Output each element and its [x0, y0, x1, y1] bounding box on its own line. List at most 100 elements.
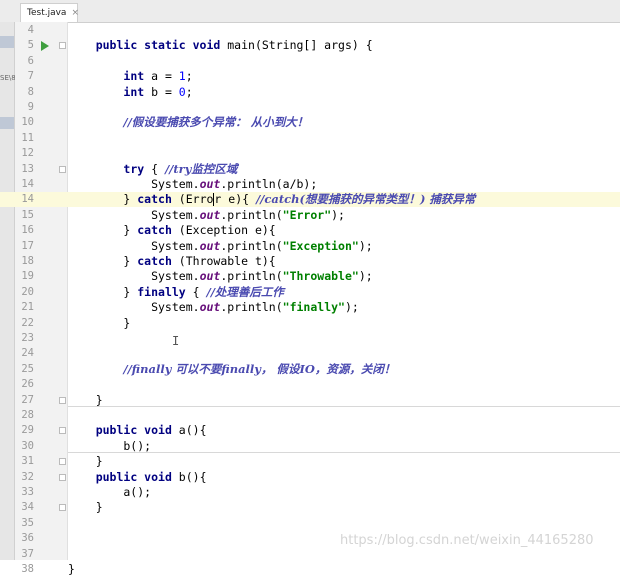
line-number: 32 — [21, 470, 34, 483]
code-line[interactable]: 13 try { //try监控区域 — [0, 162, 620, 177]
line-number: 38 — [21, 563, 34, 575]
code-line[interactable]: 4 — [0, 23, 620, 38]
code-line[interactable]: 16 } catch (Exception e){ — [0, 223, 620, 238]
code-line[interactable]: 6 — [0, 54, 620, 69]
token: } — [68, 315, 131, 330]
code-line[interactable]: 11 — [0, 131, 620, 146]
line-number: 21 — [21, 301, 34, 314]
code-line[interactable]: 21 System.out.println("finally"); — [0, 300, 620, 315]
line-number: 6 — [27, 54, 34, 67]
code-line[interactable]: 37 — [0, 547, 620, 562]
line-number: 31 — [21, 455, 34, 468]
code-line[interactable]: 24 — [0, 346, 620, 361]
code-line[interactable]: 22 } — [0, 316, 620, 331]
code-line[interactable]: 9 — [0, 100, 620, 115]
token: ); — [331, 207, 345, 222]
token: } — [68, 192, 138, 207]
code-text: public static void main(String[] args) { — [68, 38, 373, 53]
code-line[interactable]: 25 //finally 可以不要finally， 假设IO，资源，关闭！ — [0, 362, 620, 377]
code-line[interactable]: 26 — [0, 377, 620, 392]
code-line[interactable]: 14 System.out.println(a/b); — [0, 177, 620, 192]
token: (Exception e){ — [171, 223, 276, 238]
token: a(); — [68, 485, 152, 499]
code-line[interactable]: 29 public void a(){ — [0, 423, 620, 438]
token: System. — [68, 238, 200, 253]
code-line[interactable]: 18 } catch (Throwable t){ — [0, 254, 620, 269]
close-icon[interactable]: × — [71, 8, 79, 18]
token: { — [144, 161, 165, 176]
line-number: 5 — [27, 39, 34, 52]
line-number: 34 — [21, 501, 34, 514]
text-cursor-icon: I — [172, 334, 180, 348]
token-kw: int — [123, 84, 145, 99]
code-line[interactable]: 32 public void b(){ — [0, 470, 620, 485]
line-number: 13 — [21, 162, 34, 175]
token: b = — [144, 84, 179, 99]
code-line[interactable]: 10 //假设要捕获多个异常： 从小到大！ — [0, 115, 620, 130]
token-kw: public void — [95, 469, 172, 484]
token: } — [68, 392, 103, 407]
code-text: a(); — [68, 485, 151, 500]
tab-test-java[interactable]: Test.java × — [20, 3, 79, 22]
token-fld: out — [199, 300, 221, 315]
token: a = — [144, 69, 179, 84]
code-text: } — [68, 562, 75, 577]
token: } — [68, 254, 138, 268]
line-number: 16 — [21, 224, 34, 237]
line-number: 27 — [21, 393, 34, 406]
fold-marker-icon[interactable] — [59, 42, 66, 50]
line-number: 33 — [21, 486, 34, 498]
code-line[interactable]: 5 public static void main(String[] args)… — [0, 38, 620, 53]
line-number: 10 — [21, 116, 34, 129]
code-text: } catch (Erro|r e){ //catch(想要捕获的异常类型！) … — [68, 192, 475, 207]
code-line[interactable]: 14 } catch (Erro|r e){ //catch(想要捕获的异常类型… — [0, 192, 620, 208]
token-kw: catch — [137, 223, 172, 238]
editor-tab-bar: Test.java × — [0, 0, 620, 23]
line-number: 7 — [27, 70, 34, 83]
code-line[interactable]: 35 — [0, 516, 620, 531]
token-fld: out — [199, 207, 221, 222]
code-line[interactable]: 8 int b = 0; — [0, 85, 620, 100]
token: ; — [185, 69, 193, 84]
token-kw: finally — [137, 284, 186, 299]
code-line[interactable]: 7 int a = 1; — [0, 69, 620, 84]
code-line[interactable]: 19 System.out.println("Throwable"); — [0, 269, 620, 284]
fold-marker-icon[interactable] — [59, 165, 66, 173]
code-text: } catch (Exception e){ — [68, 223, 276, 238]
code-line[interactable]: 38} — [0, 562, 620, 577]
fold-marker-icon[interactable] — [59, 473, 66, 481]
line-number: 18 — [21, 255, 34, 267]
token: { — [185, 284, 207, 299]
line-number: 24 — [21, 347, 34, 360]
code-line[interactable]: 15 System.out.println("Error"); — [0, 208, 620, 223]
fold-marker-icon[interactable] — [59, 396, 66, 404]
code-line[interactable]: 28 — [0, 408, 620, 423]
token-kw: catch — [137, 254, 172, 268]
fold-marker-icon[interactable] — [59, 427, 66, 435]
code-line[interactable]: 12 — [0, 146, 620, 161]
fold-marker-icon[interactable] — [59, 458, 66, 466]
line-number: 26 — [21, 378, 34, 391]
code-text: } catch (Throwable t){ — [68, 254, 275, 269]
line-number: 28 — [21, 409, 34, 421]
token-cmt: //假设要捕获多个异常： 从小到大！ — [123, 115, 309, 130]
code-line[interactable]: 34 } — [0, 500, 620, 515]
token: } — [68, 454, 103, 469]
token-cmt: //finally 可以不要finally， 假设IO，资源，关闭！ — [123, 361, 396, 376]
code-line[interactable]: 23 — [0, 331, 620, 346]
token-fld: out — [199, 177, 221, 191]
fold-marker-icon[interactable] — [59, 504, 66, 512]
code-line[interactable]: 17 System.out.println("Exception"); — [0, 239, 620, 254]
code-line[interactable]: 20 } finally { //处理善后工作 — [0, 285, 620, 300]
token-cmt: //try监控区域 — [164, 161, 238, 176]
code-text: System.out.println("Exception"); — [68, 239, 373, 254]
code-line[interactable]: 33 a(); — [0, 485, 620, 500]
code-text: //假设要捕获多个异常： 从小到大！ — [68, 115, 308, 130]
token-str: "finally" — [282, 300, 345, 315]
code-line[interactable]: 31 } — [0, 454, 620, 469]
